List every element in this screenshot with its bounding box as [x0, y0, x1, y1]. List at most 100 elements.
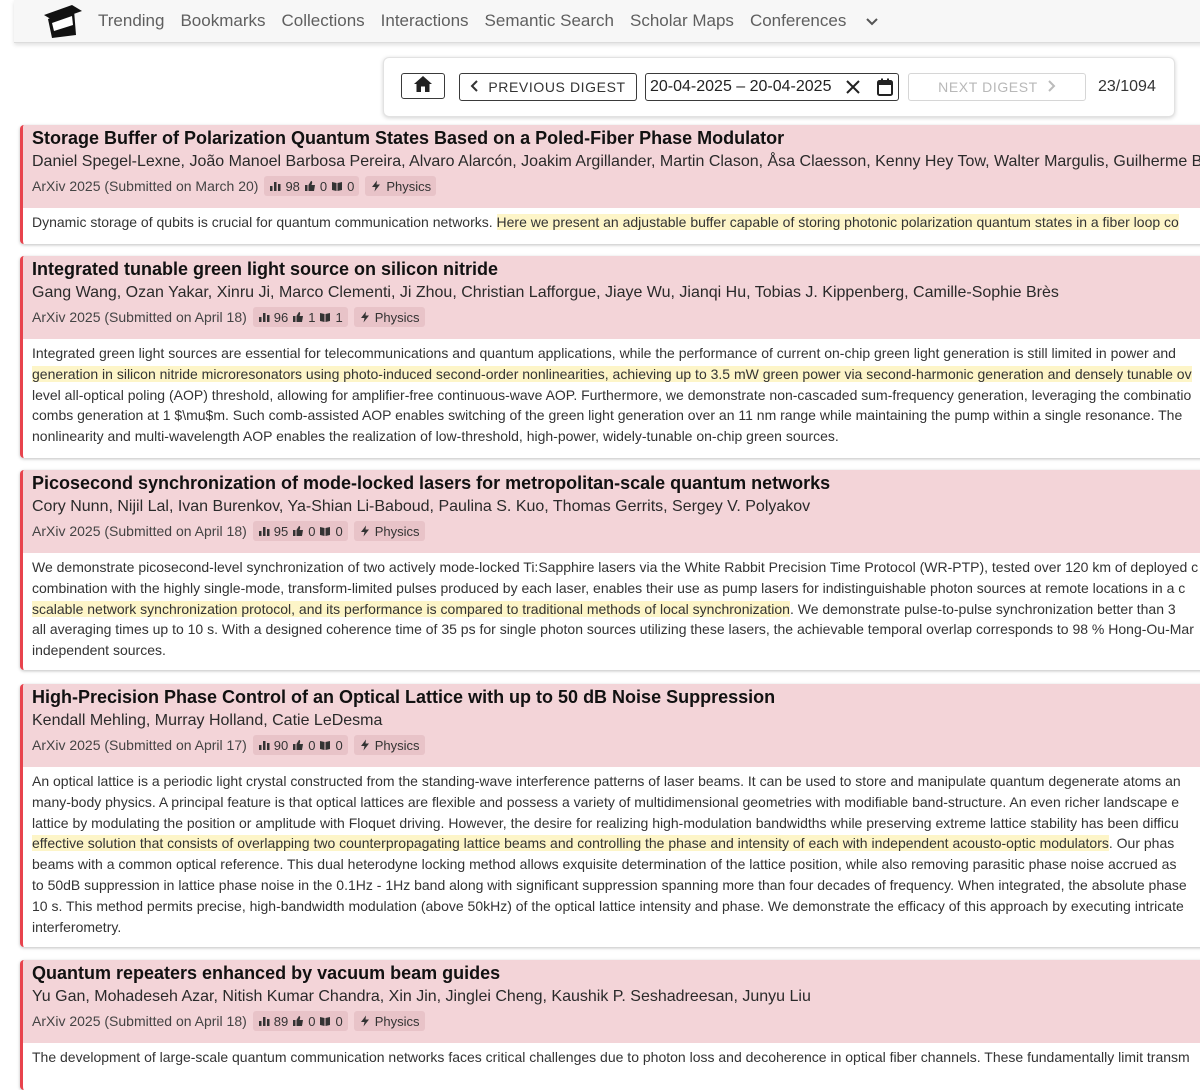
nav-link-collections[interactable]: Collections	[282, 11, 365, 31]
paper-title[interactable]: Quantum repeaters enhanced by vacuum bea…	[32, 963, 500, 984]
stats-chip: 89 0 0	[252, 1011, 348, 1031]
previous-digest-button[interactable]: PREVIOUS DIGEST	[459, 73, 637, 101]
graduation-cap-logo-icon[interactable]	[42, 3, 84, 39]
lightning-icon	[372, 180, 381, 192]
paper-title[interactable]: Storage Buffer of Polarization Quantum S…	[32, 128, 784, 149]
paper-authors: Kendall Mehling, Murray Holland, Catie L…	[32, 712, 383, 729]
nav-links: Trending Bookmarks Collections Interactions…	[98, 0, 880, 42]
paper-authors: Cory Nunn, Nijil Lal, Ivan Burenkov, Ya-…	[32, 498, 811, 515]
abstract-text: independent sources.	[32, 642, 166, 659]
abstract-line: generation in silicon nitride microreson…	[32, 364, 1192, 385]
abstract-line: nonlinearity and multi-wavelength AOP en…	[32, 426, 1192, 447]
saves-count: 1	[335, 309, 343, 325]
likes-count: 0	[308, 523, 316, 539]
abstract-text: all averaging times up to 10 s. With a d…	[32, 621, 1194, 638]
stats-chip: 90 0 0	[252, 735, 348, 755]
book-icon	[332, 182, 343, 191]
abstract-text: level all-optical poling (AOP) threshold…	[32, 386, 1192, 403]
thumbs-up-icon	[293, 1016, 304, 1026]
stats-chip: 95 0 0	[252, 521, 348, 541]
paper-title[interactable]: Integrated tunable green light source on…	[32, 259, 498, 280]
views-count: 95	[273, 523, 289, 539]
chevron-down-icon[interactable]	[864, 13, 880, 29]
thumbs-up-icon	[293, 740, 304, 750]
category-label: Physics	[374, 523, 420, 539]
category-chip[interactable]: Physics	[353, 735, 425, 755]
abstract-text: interferometry.	[32, 918, 122, 935]
abstract-line: lattice by modulating the position or am…	[32, 813, 1187, 834]
paper-venue: ArXiv 2025 (Submitted on March 20)	[32, 178, 259, 194]
nav-link-conferences[interactable]: Conferences	[750, 11, 846, 31]
abstract-line: The development of large-scale quantum c…	[32, 1047, 1190, 1068]
paper-card[interactable]: Picosecond synchronization of mode-locke…	[20, 470, 1200, 670]
book-icon	[320, 527, 331, 536]
saves-count: 0	[335, 737, 343, 753]
views-count: 96	[273, 309, 289, 325]
category-chip[interactable]: Physics	[353, 521, 425, 541]
nav-link-bookmarks[interactable]: Bookmarks	[180, 11, 265, 31]
paper-meta: ArXiv 2025 (Submitted on April 18) 95 0 0 Ph…	[32, 521, 425, 541]
abstract-line: effective solution that consists of over…	[32, 833, 1187, 854]
abstract-line: An optical lattice is a periodic light c…	[32, 771, 1187, 792]
paper-abstract: The development of large-scale quantum c…	[32, 1047, 1190, 1068]
likes-count: 0	[308, 1013, 316, 1029]
abstract-text: An optical lattice is a periodic light c…	[32, 773, 1181, 789]
next-digest-label: NEXT DIGEST	[938, 79, 1038, 95]
category-chip[interactable]: Physics	[353, 307, 425, 327]
paper-abstract: We demonstrate picosecond-level synchron…	[32, 557, 1198, 661]
abstract-text: . Our phas	[1108, 835, 1175, 852]
paper-card[interactable]: High-Precision Phase Control of an Optic…	[20, 684, 1200, 947]
paper-header: High-Precision Phase Control of an Optic…	[23, 684, 1200, 767]
nav-link-interactions[interactable]: Interactions	[381, 11, 469, 31]
nav-link-semantic-search[interactable]: Semantic Search	[485, 11, 614, 31]
next-digest-button[interactable]: NEXT DIGEST	[908, 73, 1086, 101]
views-count: 90	[273, 737, 289, 753]
category-chip[interactable]: Physics	[365, 176, 437, 196]
book-icon	[320, 1017, 331, 1026]
paper-card[interactable]: Integrated tunable green light source on…	[20, 256, 1200, 458]
abstract-text: Dynamic storage of qubits is crucial for…	[32, 214, 497, 230]
nav-link-scholar-maps[interactable]: Scholar Maps	[630, 11, 734, 31]
abstract-text: combination with the highly single-mode,…	[32, 579, 1186, 596]
category-chip[interactable]: Physics	[353, 1011, 425, 1031]
paper-card[interactable]: Storage Buffer of Polarization Quantum S…	[20, 125, 1200, 244]
paper-title[interactable]: High-Precision Phase Control of an Optic…	[32, 687, 775, 708]
abstract-line: interferometry.	[32, 917, 1187, 938]
paper-title[interactable]: Picosecond synchronization of mode-locke…	[32, 473, 830, 494]
saves-count: 0	[335, 1013, 343, 1029]
category-label: Physics	[386, 178, 432, 194]
clear-date-icon[interactable]	[845, 79, 861, 95]
top-navigation: Trending Bookmarks Collections Interactions…	[14, 0, 1200, 43]
nav-link-trending[interactable]: Trending	[98, 11, 164, 31]
category-label: Physics	[374, 737, 420, 753]
highlighted-text: scalable network synchronization protoco…	[32, 600, 790, 617]
paper-authors: Gang Wang, Ozan Yakar, Xinru Ji, Marco C…	[32, 284, 1059, 301]
highlighted-text: generation in silicon nitride microreson…	[32, 365, 1192, 382]
chevron-left-icon	[470, 79, 480, 95]
abstract-text: We demonstrate picosecond-level synchron…	[32, 559, 1199, 575]
date-range-field[interactable]: 20-04-2025 – 20-04-2025	[645, 73, 899, 101]
paper-meta: ArXiv 2025 (Submitted on April 18) 89 0 0 Ph…	[32, 1011, 425, 1031]
category-label: Physics	[374, 1013, 420, 1029]
abstract-text: nonlinearity and multi-wavelength AOP en…	[32, 428, 839, 445]
abstract-text: to 50dB suppression in lattice phase noi…	[32, 876, 1187, 893]
home-button[interactable]	[401, 73, 445, 99]
abstract-text: The development of large-scale quantum c…	[32, 1049, 1190, 1065]
date-range-value: 20-04-2025 – 20-04-2025	[650, 78, 832, 95]
category-label: Physics	[374, 309, 420, 325]
stats-chip: 96 1 1	[252, 307, 348, 327]
paper-venue: ArXiv 2025 (Submitted on April 18)	[32, 1013, 247, 1029]
abstract-line: independent sources.	[32, 640, 1198, 661]
paper-card[interactable]: Quantum repeaters enhanced by vacuum bea…	[20, 960, 1200, 1090]
abstract-line: combs generation at 1 $\mu$m. Such comb-…	[32, 405, 1192, 426]
abstract-text: . We demonstrate pulse-to-pulse synchron…	[789, 600, 1176, 617]
likes-count: 1	[308, 309, 316, 325]
calendar-icon[interactable]	[875, 77, 895, 97]
saves-count: 0	[347, 178, 355, 194]
paper-header: Storage Buffer of Polarization Quantum S…	[23, 125, 1200, 208]
abstract-text: beams with a common optical reference. T…	[32, 856, 1177, 873]
digest-toolbar: PREVIOUS DIGEST 20-04-2025 – 20-04-2025 …	[383, 57, 1175, 117]
abstract-line: 10 s. This method permits precise, high-…	[32, 896, 1187, 917]
lightning-icon	[360, 739, 369, 751]
abstract-line: Integrated green light sources are essen…	[32, 343, 1192, 364]
